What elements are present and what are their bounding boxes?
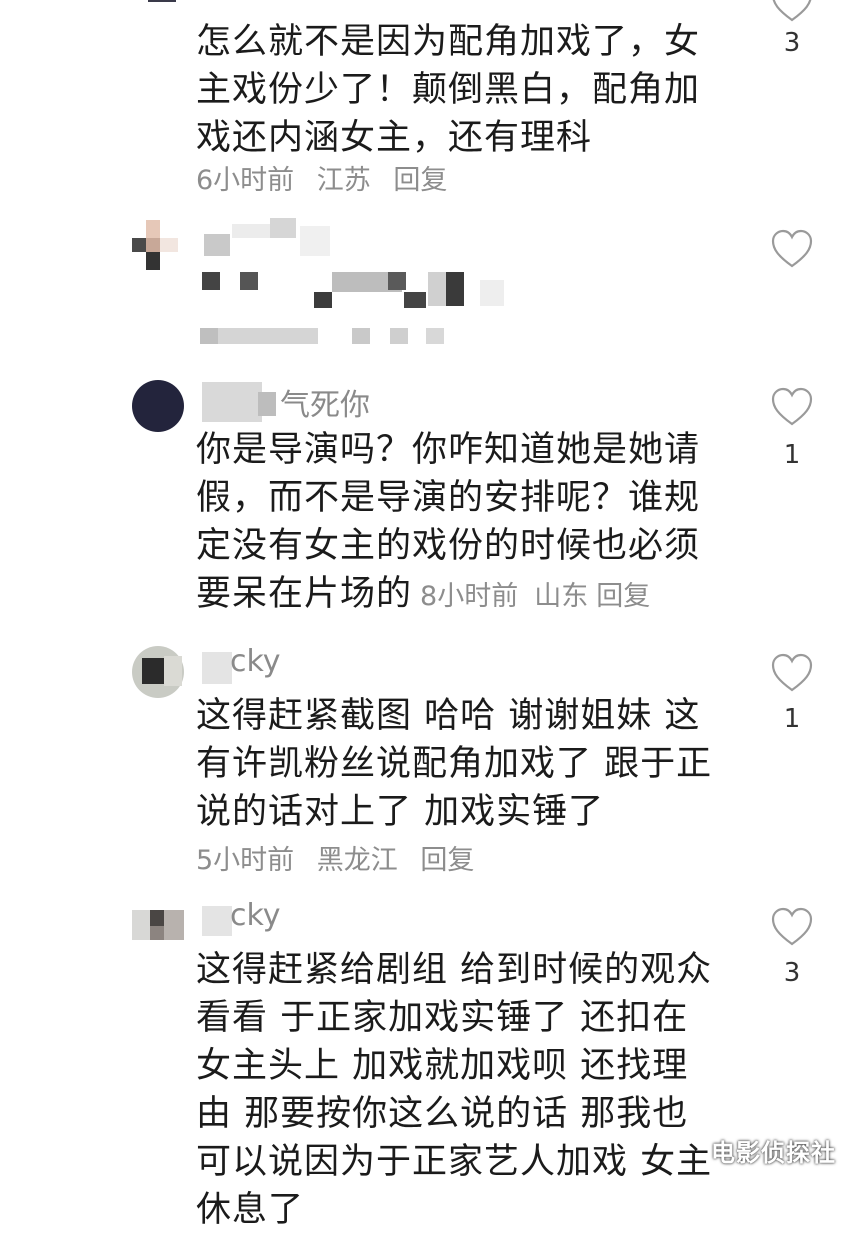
avatar-pixel [146, 238, 160, 252]
censor-block [352, 328, 370, 344]
avatar-pixel [164, 656, 182, 686]
heart-outline-icon[interactable] [770, 906, 814, 950]
comment-text: 你是导演吗？你咋知道她是她请假，而不是导演的安排呢？谁规定没有女主的戏份的时候也… [196, 426, 716, 621]
avatar-pixel [132, 238, 146, 252]
reply-button[interactable]: 回复 [420, 845, 474, 876]
censor-block [202, 382, 262, 422]
avatar-pixel [164, 910, 184, 940]
comment-meta: 6小时前 江苏 回复 [196, 158, 461, 197]
like-count: 3 [783, 958, 801, 988]
censor-block [426, 328, 444, 344]
censor-block [390, 328, 408, 344]
avatar[interactable] [132, 0, 184, 10]
comment-name: cky [230, 898, 281, 933]
censor-block [218, 328, 318, 344]
heart-outline-icon[interactable] [770, 386, 814, 430]
censor-block [240, 272, 258, 290]
censor-block [232, 224, 272, 238]
avatar[interactable] [132, 646, 184, 698]
comment-location: 山东 [534, 581, 589, 612]
comment-text: 怎么就不是因为配角加戏了，女主戏份少了！颠倒黑白，配角加戏还内涵女主，还有理科 [196, 22, 701, 158]
avatar-pixel [148, 0, 176, 2]
censor-block [388, 272, 406, 290]
censor-block [202, 906, 232, 936]
heart-outline-icon[interactable] [770, 228, 814, 272]
watermark: 电影侦探社 [711, 1139, 836, 1167]
censor-block [202, 652, 232, 684]
comment-name: cky [230, 644, 281, 679]
comment-location: 黑龙江 [316, 845, 398, 876]
like-count: 1 [783, 704, 801, 734]
like-count: 3 [783, 28, 801, 58]
comment-name: 气死你 [280, 388, 370, 423]
heart-outline-icon[interactable] [770, 0, 814, 26]
comment-time: 8小时前 [420, 581, 519, 612]
censor-block [204, 234, 230, 256]
avatar[interactable] [132, 220, 184, 272]
avatar-pixel [160, 238, 178, 252]
avatar[interactable] [132, 380, 184, 432]
avatar-pixel [142, 658, 164, 684]
avatar-pixel [150, 910, 164, 926]
comment-time: 6小时前 [196, 165, 295, 196]
comment-text: 这得赶紧截图 哈哈 谢谢姐妹 这有许凯粉丝说配角加戏了 跟于正说的话对上了 加戏… [196, 696, 713, 832]
avatar-pixel [146, 220, 160, 238]
censor-block [200, 328, 218, 344]
censor-block [480, 280, 504, 306]
comment-meta: 5小时前 黑龙江 回复 [196, 838, 488, 877]
censor-block [202, 272, 220, 290]
comment-time: 5小时前 [196, 845, 295, 876]
like-count: 1 [783, 440, 801, 470]
censor-block [258, 392, 276, 416]
censor-block [300, 226, 330, 256]
comment-text: 这得赶紧给剧组 给到时候的观众看看 于正家加戏实锤了 还扣在女主头上 加戏就加戏… [196, 950, 713, 1230]
censor-block [404, 292, 426, 308]
reply-button[interactable]: 回复 [393, 165, 447, 196]
avatar-pixel [146, 252, 160, 270]
censor-block [314, 292, 332, 308]
heart-outline-icon[interactable] [770, 652, 814, 696]
reply-button[interactable]: 回复 [596, 581, 650, 612]
comment-location: 江苏 [316, 165, 371, 196]
avatar-pixel [150, 926, 164, 940]
avatar-pixel [132, 910, 150, 940]
censor-block [446, 272, 464, 306]
avatar[interactable] [132, 900, 184, 952]
censor-block [270, 218, 296, 238]
